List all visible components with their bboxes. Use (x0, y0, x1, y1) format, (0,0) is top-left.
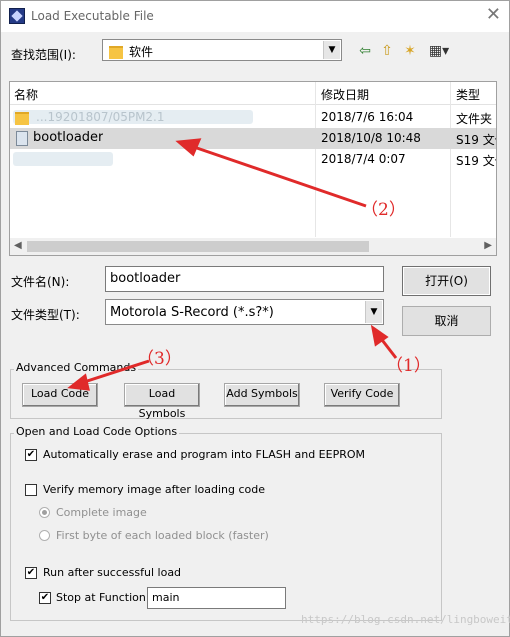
annotation-1: （1） (386, 356, 431, 376)
arrow-3-head (67, 373, 90, 391)
watermark: https://blog.csdn.net/lingboweitu (301, 613, 510, 626)
load-executable-dialog: Load Executable File ✕ 查找范围(I): 软件 ▼ ⇦ ⇧… (0, 0, 510, 637)
annotation-3: （3） (137, 349, 182, 369)
annotation-arrows (67, 138, 398, 391)
arrow-2-line (190, 144, 367, 208)
arrow-2-head (175, 138, 202, 157)
annotation-2: （2） (361, 200, 406, 220)
